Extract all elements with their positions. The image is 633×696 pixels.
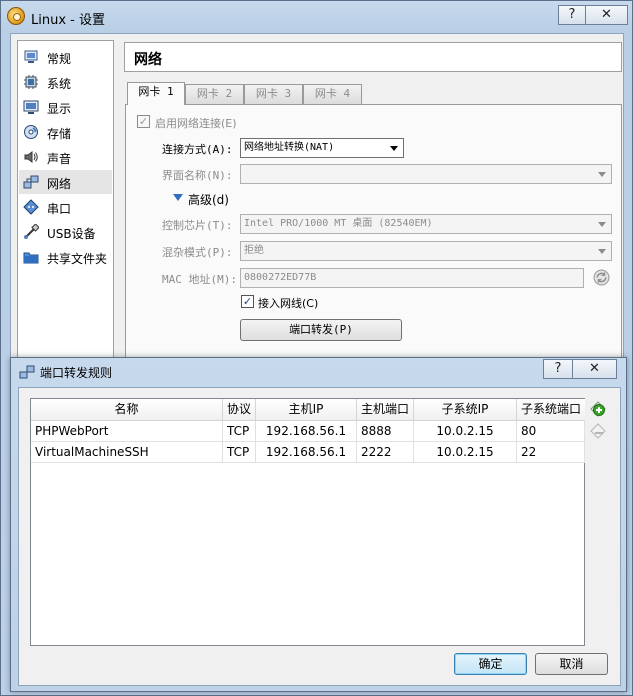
column-header-protocol[interactable]: 协议 (223, 399, 256, 421)
sidebar-item-label: 网络 (47, 177, 72, 191)
refresh-mac-icon[interactable] (593, 269, 610, 286)
storage-icon (24, 125, 38, 139)
cell-guest-ip[interactable]: 10.0.2.15 (414, 421, 517, 442)
dialog-client: 名称 协议 主机IP 主机端口 子系统IP 子系统端口 PHPWebPort T… (18, 387, 621, 686)
cell-protocol[interactable]: TCP (223, 421, 256, 442)
sidebar-item-label: USB设备 (47, 227, 96, 241)
sidebar-item-label: 常规 (47, 52, 72, 66)
sidebar-item-label: 声音 (47, 152, 72, 166)
tab-adapter-1[interactable]: 网卡 1 (127, 82, 185, 105)
tab-adapter-2[interactable]: 网卡 2 (185, 84, 244, 104)
promiscuous-mode-select[interactable]: 拒绝 (240, 241, 612, 261)
cable-connected-checkbox[interactable]: ✓ (241, 295, 254, 308)
remove-rule-icon[interactable] (589, 422, 607, 440)
dialog-close-button[interactable]: ✕ (573, 359, 617, 379)
audio-icon (24, 151, 38, 163)
sidebar-item-audio[interactable]: 声音 (19, 145, 112, 169)
adapter-type-label: 控制芯片(T): (162, 219, 233, 232)
sidebar-item-network[interactable]: 网络 (19, 170, 112, 194)
column-header-host-ip[interactable]: 主机IP (256, 399, 357, 421)
column-header-guest-ip[interactable]: 子系统IP (414, 399, 517, 421)
title-bar[interactable]: Linux - 设置 ? ✕ (1, 1, 633, 33)
sidebar-item-label: 系统 (47, 77, 72, 91)
sidebar-item-shared-folders[interactable]: 共享文件夹 (19, 245, 112, 269)
column-header-name[interactable]: 名称 (31, 399, 223, 421)
ok-button[interactable]: 确定 (454, 653, 527, 675)
sidebar-item-label: 显示 (47, 102, 72, 116)
window-title: Linux - 设置 (31, 13, 105, 28)
sidebar-item-storage[interactable]: 存储 (19, 120, 112, 144)
add-rule-icon[interactable] (589, 400, 607, 418)
cell-guest-port[interactable]: 22 (517, 442, 585, 463)
sidebar-item-label: 串口 (47, 202, 72, 216)
system-icon (24, 75, 38, 89)
cable-connected-label: 接入网线(C) (258, 297, 319, 310)
cell-protocol[interactable]: TCP (223, 442, 256, 463)
advanced-toggle[interactable]: 高级(d) (188, 191, 229, 208)
network-icon (19, 365, 35, 379)
adapter-type-select[interactable]: Intel PRO/1000 MT 桌面 (82540EM) (240, 214, 612, 234)
dialog-help-button[interactable]: ? (543, 359, 573, 379)
close-button[interactable]: ✕ (586, 5, 628, 25)
cancel-button[interactable]: 取消 (535, 653, 608, 675)
dialog-title: 端口转发规则 (40, 366, 113, 380)
cell-guest-ip[interactable]: 10.0.2.15 (414, 442, 517, 463)
cell-name[interactable]: VirtualMachineSSH (31, 442, 223, 463)
attach-type-select[interactable]: 网络地址转换(NAT) (240, 138, 404, 158)
shared-folder-icon (23, 252, 39, 264)
mac-address-label: MAC 地址(M): (162, 273, 237, 286)
column-header-guest-port[interactable]: 子系统端口 (517, 399, 585, 421)
port-forwarding-dialog: 端口转发规则 ? ✕ 名称 协议 主机IP 主机端口 子系统IP 子系统端口 P… (10, 357, 627, 692)
cell-guest-port[interactable]: 80 (517, 421, 585, 442)
settings-gear-icon (7, 7, 25, 25)
attach-label: 连接方式(A): (162, 143, 233, 156)
network-icon (23, 175, 39, 189)
usb-icon (24, 224, 39, 239)
attach-type-value: 网络地址转换(NAT) (244, 142, 335, 153)
chevron-down-icon (390, 146, 398, 151)
port-forwarding-button[interactable]: 端口转发(P) (240, 319, 402, 341)
general-icon (24, 50, 38, 63)
mac-address-field[interactable]: 0800272ED77B (240, 268, 584, 288)
cell-host-port[interactable]: 2222 (357, 442, 414, 463)
help-button[interactable]: ? (558, 5, 586, 25)
sidebar-item-label: 存储 (47, 127, 72, 141)
chevron-down-icon (598, 249, 606, 254)
sidebar-item-system[interactable]: 系统 (19, 70, 112, 94)
expand-triangle-icon[interactable] (173, 194, 183, 201)
promiscuous-mode-label: 混杂模式(P): (162, 246, 233, 259)
enable-adapter-checkbox[interactable]: ✓ (137, 115, 150, 128)
chevron-down-icon (598, 172, 606, 177)
tab-adapter-4[interactable]: 网卡 4 (303, 84, 362, 104)
sidebar-item-usb[interactable]: USB设备 (19, 220, 112, 244)
cell-host-ip[interactable]: 192.168.56.1 (256, 442, 357, 463)
cell-host-ip[interactable]: 192.168.56.1 (256, 421, 357, 442)
page-title: 网络 (134, 52, 162, 68)
display-icon (23, 100, 39, 114)
rules-table[interactable]: 名称 协议 主机IP 主机端口 子系统IP 子系统端口 PHPWebPort T… (30, 398, 585, 646)
sidebar-item-general[interactable]: 常规 (19, 45, 112, 69)
section-header: 网络 (124, 42, 622, 72)
cell-host-port[interactable]: 8888 (357, 421, 414, 442)
sidebar-item-serial-port[interactable]: 串口 (19, 195, 112, 219)
chevron-down-icon (598, 222, 606, 227)
enable-adapter-label: 启用网络连接(E) (155, 117, 237, 130)
promiscuous-mode-value: 拒绝 (244, 245, 264, 256)
tab-adapter-3[interactable]: 网卡 3 (244, 84, 303, 104)
interface-name-label: 界面名称(N): (162, 169, 233, 182)
column-header-host-port[interactable]: 主机端口 (357, 399, 414, 421)
adapter-type-value: Intel PRO/1000 MT 桌面 (82540EM) (244, 218, 433, 229)
cell-name[interactable]: PHPWebPort (31, 421, 223, 442)
serial-port-icon (23, 199, 39, 215)
interface-name-select[interactable] (240, 164, 612, 184)
sidebar-item-display[interactable]: 显示 (19, 95, 112, 119)
mac-address-value: 0800272ED77B (244, 272, 317, 283)
sidebar-item-label: 共享文件夹 (47, 252, 108, 266)
